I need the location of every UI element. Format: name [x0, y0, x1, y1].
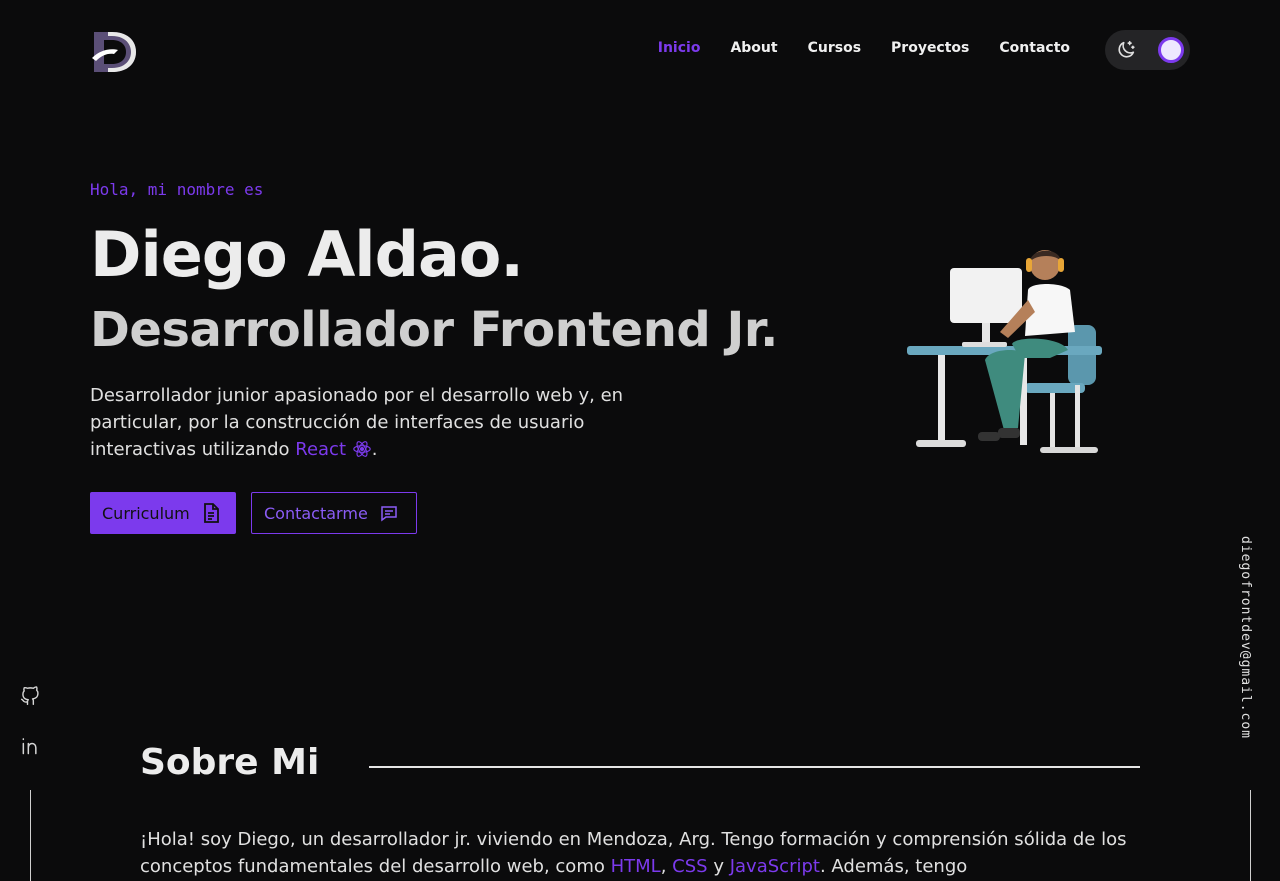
- nav-inicio[interactable]: Inicio: [658, 40, 701, 56]
- developer-illustration: [907, 250, 1102, 453]
- tech-html: HTML: [610, 856, 661, 877]
- about-title: Sobre Mi: [140, 742, 320, 783]
- toggle-knob: [1158, 37, 1184, 63]
- curriculum-label: Curriculum: [102, 503, 190, 523]
- nav-about[interactable]: About: [730, 40, 777, 56]
- about-and: y: [713, 856, 724, 877]
- about-divider: [369, 766, 1140, 768]
- intro-end: .: [371, 439, 378, 460]
- contact-label: Contactarme: [264, 503, 368, 523]
- hero-intro: Desarrollador junior apasionado por el d…: [90, 382, 650, 463]
- tech-js: JavaScript: [729, 856, 820, 877]
- greeting: Hola, mi nombre es: [90, 180, 264, 199]
- nav-contacto[interactable]: Contacto: [999, 40, 1070, 56]
- linkedin-icon[interactable]: [20, 736, 40, 756]
- hero-role: Desarrollador Frontend Jr.: [90, 302, 778, 358]
- contact-button[interactable]: Contactarme: [251, 492, 417, 534]
- email-link[interactable]: diegofrontdev@gmail.com: [1238, 536, 1253, 739]
- right-divider: [1250, 790, 1251, 881]
- moon-icon: [1118, 40, 1135, 58]
- left-divider: [30, 790, 31, 881]
- about-text: ¡Hola! soy Diego, un desarrollador jr. v…: [140, 826, 1140, 880]
- react-icon: [352, 441, 371, 457]
- nav-cursos[interactable]: Cursos: [808, 40, 861, 56]
- tech-css: CSS: [672, 856, 708, 877]
- theme-toggle[interactable]: [1105, 30, 1190, 70]
- about-comma: ,: [660, 856, 667, 877]
- logo-icon[interactable]: [90, 28, 138, 74]
- message-icon: [381, 506, 397, 522]
- document-icon: [203, 503, 219, 523]
- curriculum-button[interactable]: Curriculum: [90, 492, 236, 534]
- main-nav: Inicio About Cursos Proyectos Contacto: [658, 40, 1070, 56]
- nav-proyectos[interactable]: Proyectos: [891, 40, 969, 56]
- react-link: React: [295, 439, 347, 460]
- hero-name: Diego Aldao.: [90, 218, 524, 291]
- github-icon[interactable]: [20, 686, 40, 706]
- about-text-end: . Además, tengo: [819, 856, 968, 877]
